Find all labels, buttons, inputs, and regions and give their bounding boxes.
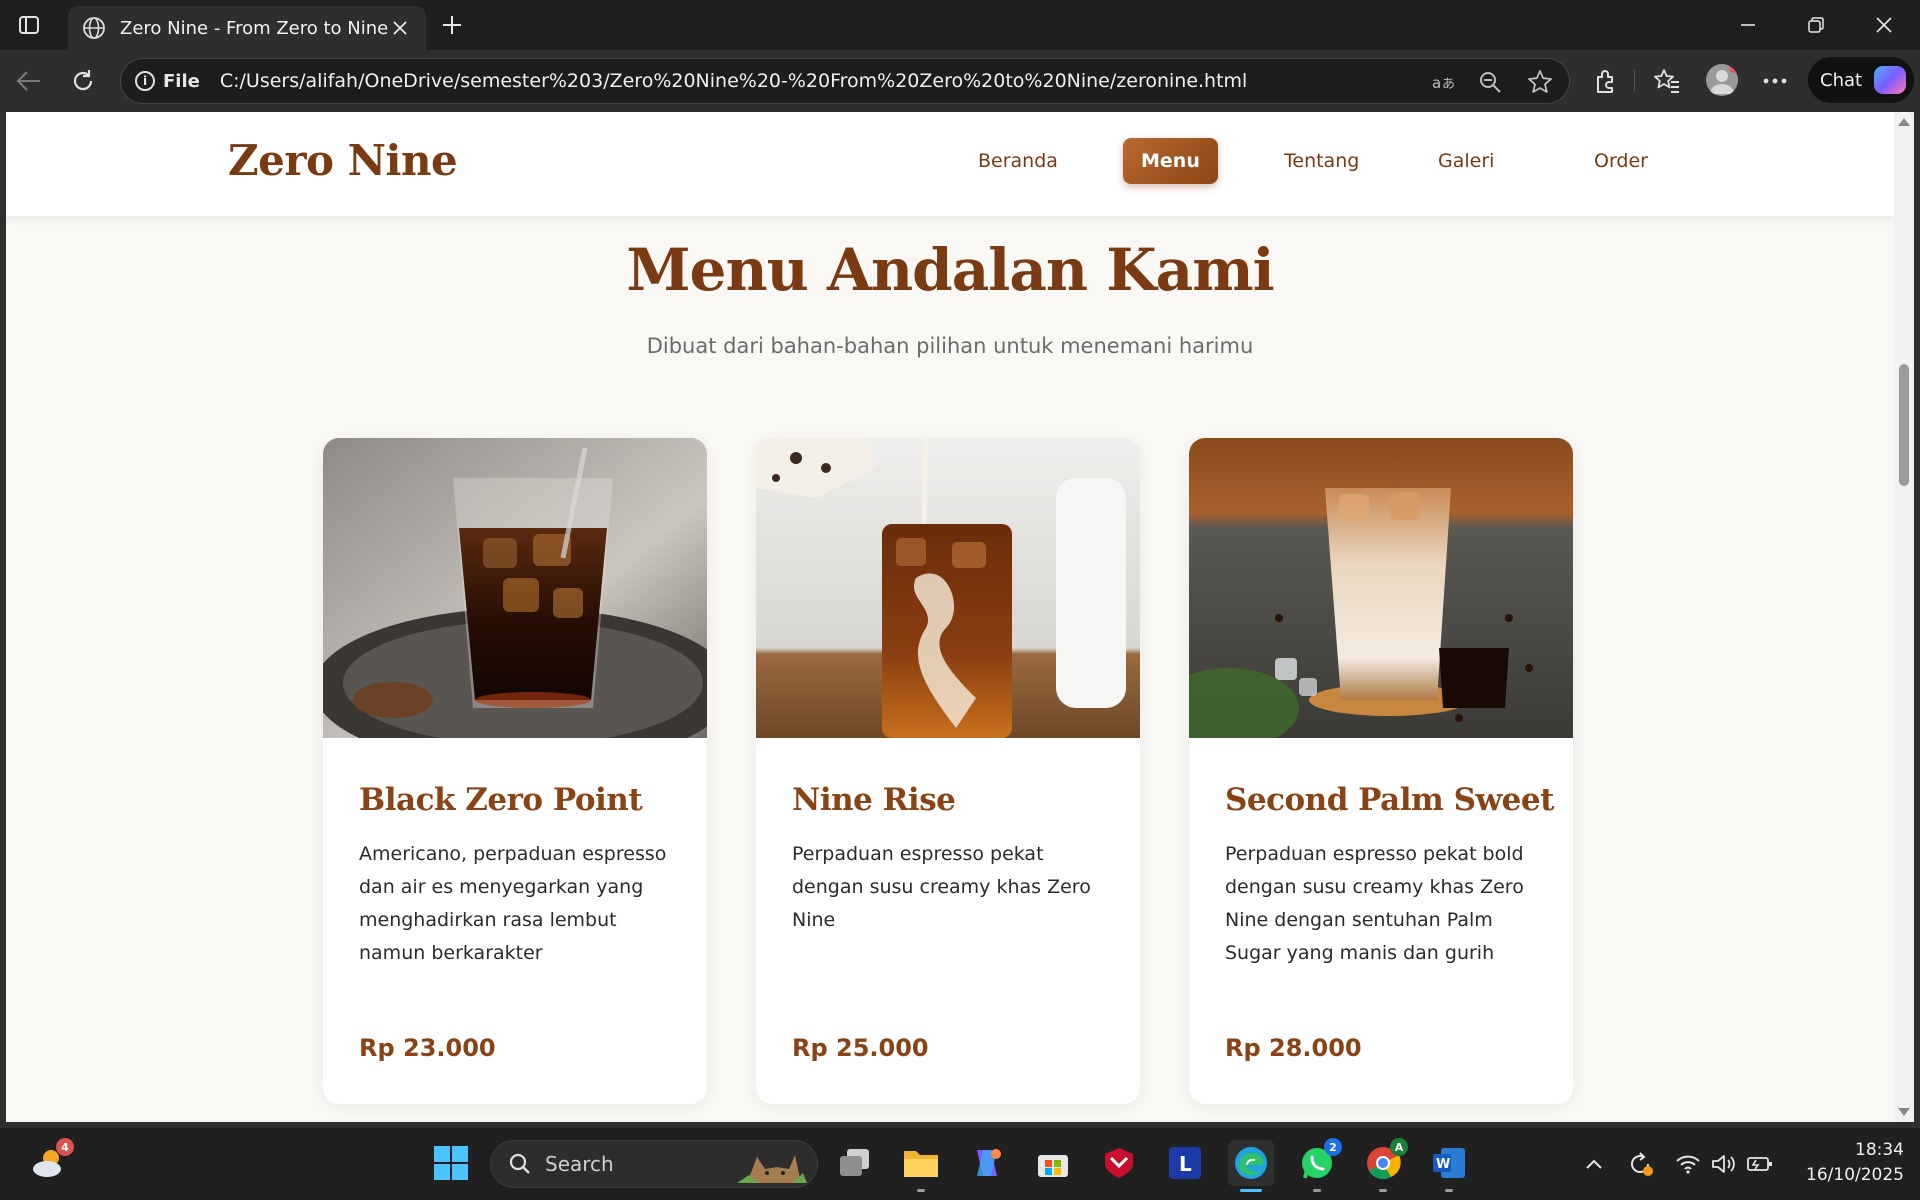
menu-item-name: Nine Rise <box>792 782 956 818</box>
microsoft-store-icon[interactable] <box>1030 1140 1076 1186</box>
close-window-icon[interactable] <box>1862 8 1906 42</box>
whatsapp-badge: 2 <box>1324 1138 1342 1156</box>
info-icon: i <box>135 71 155 91</box>
url-text[interactable]: C:/Users/alifah/OneDrive/semester%203/Ze… <box>220 70 1247 92</box>
menu-item-description: Americano, perpaduan espresso dan air es… <box>359 843 667 964</box>
nav-order[interactable]: Order <box>1576 138 1666 184</box>
new-tab-plus-icon[interactable] <box>436 10 468 40</box>
app-l-icon[interactable]: L <box>1162 1140 1208 1186</box>
menu-item-description: Perpaduan espresso pekat dengan susu cre… <box>792 843 1091 931</box>
nav-galeri[interactable]: Galeri <box>1420 138 1512 184</box>
read-aloud-icon[interactable]: aあ <box>1431 69 1457 95</box>
menu-item-price: Rp 25.000 <box>792 1034 929 1062</box>
window-frame-right <box>1914 112 1920 1122</box>
weather-badge: 4 <box>56 1138 74 1156</box>
menu-card-second-palm-sweet[interactable]: Second Palm Sweet Perpaduan espresso pek… <box>1189 438 1573 1104</box>
chat-label: Chat <box>1820 69 1863 91</box>
show-hidden-icons-chevron-icon[interactable] <box>1580 1150 1608 1178</box>
address-bar[interactable]: i File C:/Users/alifah/OneDrive/semester… <box>120 58 1570 104</box>
mcafee-icon[interactable] <box>1096 1140 1142 1186</box>
menu-item-description: Perpaduan espresso pekat bold dengan sus… <box>1225 843 1524 964</box>
refresh-icon[interactable] <box>66 64 100 98</box>
page-viewport: Zero Nine Beranda Menu Tentang Galeri Or… <box>6 112 1894 1122</box>
whatsapp-icon[interactable]: 2 <box>1294 1138 1342 1192</box>
search-icon <box>509 1153 530 1174</box>
menu-item-name: Black Zero Point <box>359 782 643 818</box>
restore-icon[interactable] <box>1794 8 1838 42</box>
task-view-icon[interactable] <box>832 1140 878 1186</box>
section-title: Menu Andalan Kami <box>626 236 1274 304</box>
nav-beranda[interactable]: Beranda <box>960 138 1076 184</box>
second-palm-sweet-photo <box>1189 438 1573 738</box>
back-arrow-icon[interactable] <box>12 64 46 98</box>
active-indicator <box>1240 1189 1262 1192</box>
running-indicator <box>1379 1189 1387 1192</box>
extensions-icon[interactable] <box>1588 64 1622 98</box>
chrome-icon[interactable]: A <box>1360 1138 1408 1192</box>
black-zero-point-photo <box>323 438 707 738</box>
close-tab-icon[interactable] <box>388 15 412 41</box>
search-highlight-lynx-icon <box>737 1155 807 1183</box>
running-indicator <box>917 1189 925 1192</box>
svg-text:L: L <box>1179 1152 1192 1176</box>
nine-rise-photo <box>756 438 1140 738</box>
zoom-out-icon[interactable] <box>1477 69 1503 95</box>
taskbar-search-box[interactable]: Search <box>490 1140 818 1188</box>
site-info-chip[interactable]: i File <box>135 71 200 92</box>
copilot-app-icon[interactable] <box>964 1140 1010 1186</box>
menu-card-black-zero-point[interactable]: Black Zero Point Americano, perpaduan es… <box>323 438 707 1104</box>
copilot-icon <box>1874 66 1907 94</box>
profile-avatar[interactable] <box>1706 64 1738 96</box>
copilot-chat-button[interactable]: Chat <box>1808 57 1914 103</box>
minimize-icon[interactable] <box>1726 8 1770 42</box>
onedrive-sync-icon[interactable] <box>1626 1150 1654 1178</box>
file-explorer-icon[interactable] <box>898 1140 944 1192</box>
menu-item-name: Second Palm Sweet <box>1225 782 1554 818</box>
edge-browser-icon[interactable] <box>1228 1140 1274 1192</box>
svg-text:W: W <box>1436 1157 1450 1172</box>
search-placeholder: Search <box>545 1152 614 1176</box>
favorite-star-icon[interactable] <box>1527 69 1553 95</box>
svg-text:a: a <box>1432 74 1441 92</box>
tab-title: Zero Nine - From Zero to Nine <box>120 17 389 39</box>
tab-actions-icon[interactable] <box>14 10 44 40</box>
browser-tab[interactable]: Zero Nine - From Zero to Nine <box>68 6 426 50</box>
taskbar-clock[interactable]: 18:34 16/10/2025 <box>1794 1138 1904 1188</box>
site-logo[interactable]: Zero Nine <box>228 136 458 185</box>
running-indicator <box>1445 1189 1453 1192</box>
scroll-thumb[interactable] <box>1899 364 1909 486</box>
nav-menu[interactable]: Menu <box>1123 138 1218 184</box>
browser-tab-bar: Zero Nine - From Zero to Nine <box>0 0 1920 50</box>
url-scheme-label: File <box>163 70 200 92</box>
favorites-list-icon[interactable] <box>1650 64 1684 98</box>
clock-date: 16/10/2025 <box>1806 1165 1904 1185</box>
more-options-icon[interactable] <box>1758 64 1792 98</box>
word-icon[interactable]: W <box>1426 1140 1472 1192</box>
toolbar-divider <box>1634 70 1635 92</box>
weather-widget-icon[interactable]: 4 <box>26 1138 74 1186</box>
browser-toolbar: i File C:/Users/alifah/OneDrive/semester… <box>0 50 1920 112</box>
scroll-up-arrow-icon[interactable] <box>1898 118 1910 126</box>
menu-item-price: Rp 23.000 <box>359 1034 496 1062</box>
page-scrollbar[interactable] <box>1894 112 1914 1122</box>
wifi-icon[interactable] <box>1674 1150 1702 1178</box>
nav-tentang[interactable]: Tentang <box>1266 138 1377 184</box>
menu-card-nine-rise[interactable]: Nine Rise Perpaduan espresso pekat denga… <box>756 438 1140 1104</box>
section-subtitle: Dibuat dari bahan-bahan pilihan untuk me… <box>646 334 1254 358</box>
menu-item-price: Rp 28.000 <box>1225 1034 1362 1062</box>
notification-dot <box>1729 64 1738 73</box>
scroll-down-arrow-icon[interactable] <box>1898 1108 1910 1116</box>
running-indicator <box>1313 1189 1321 1192</box>
chrome-profile-badge: A <box>1390 1138 1408 1156</box>
clock-time: 18:34 <box>1855 1140 1904 1160</box>
site-header: Zero Nine Beranda Menu Tentang Galeri Or… <box>6 112 1894 216</box>
battery-icon[interactable] <box>1746 1150 1774 1178</box>
volume-icon[interactable] <box>1710 1150 1738 1178</box>
globe-icon <box>82 15 106 41</box>
svg-text:あ: あ <box>1442 77 1455 92</box>
windows-start-icon[interactable] <box>428 1140 474 1186</box>
